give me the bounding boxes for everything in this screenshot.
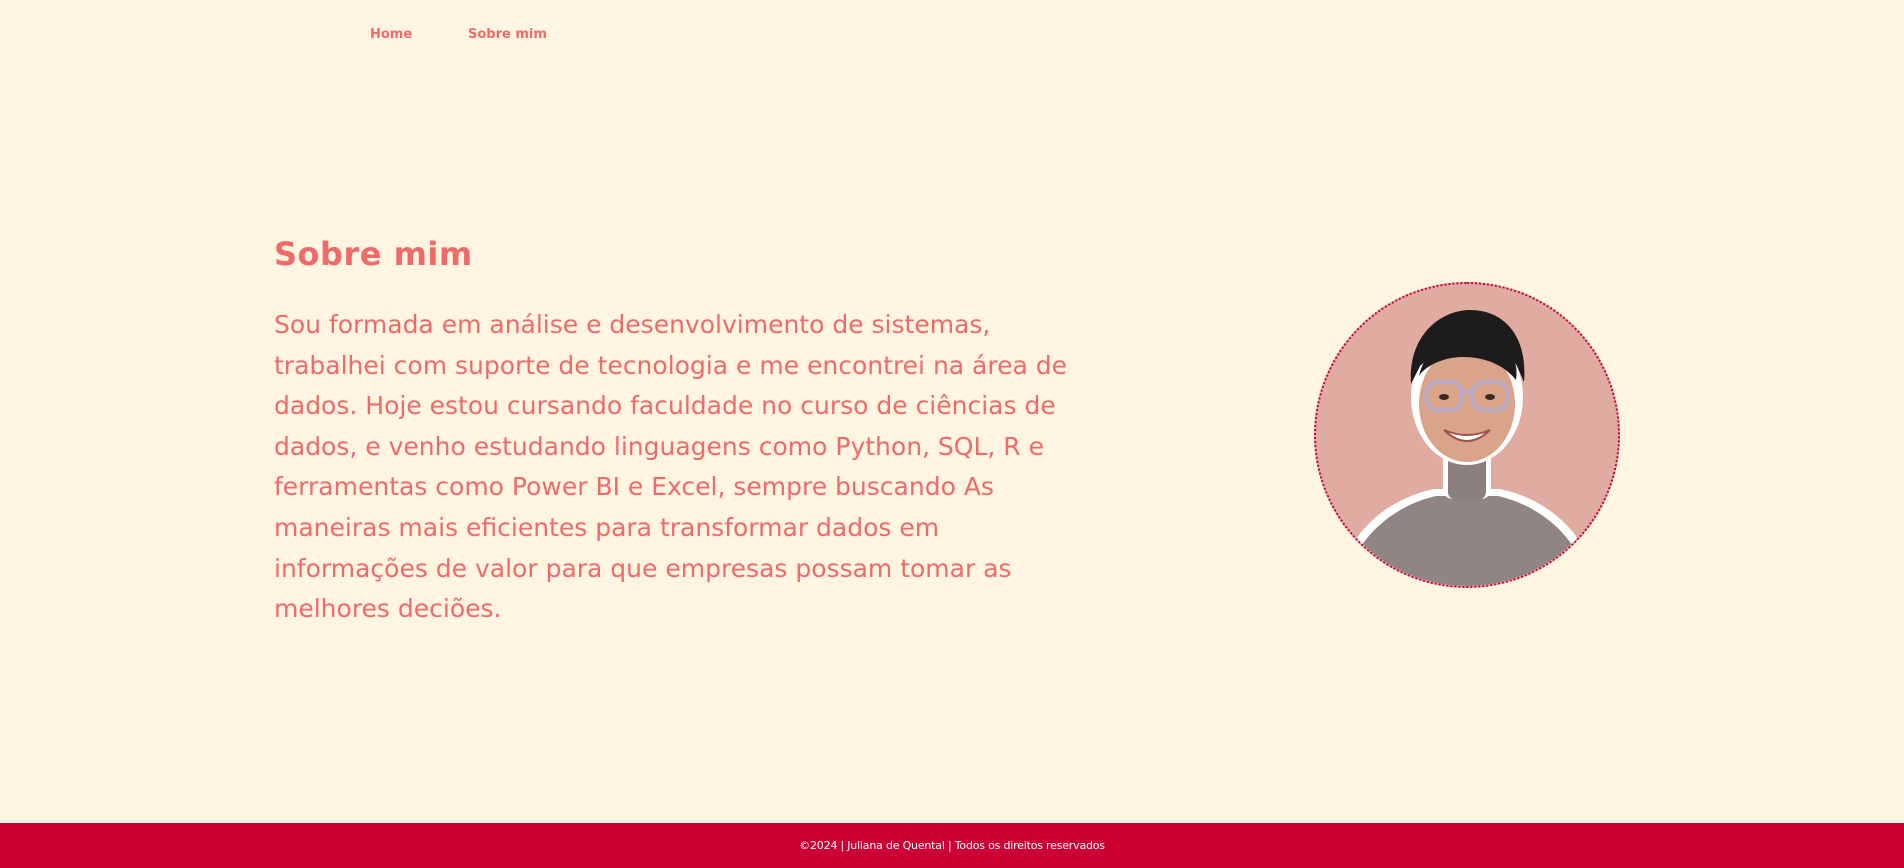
footer: ©2024 | Juliana de Quental | Todos os di… [0,823,1904,868]
nav-link-home[interactable]: Home [370,25,412,45]
footer-copyright: ©2024 | Juliana de Quental | Todos os di… [799,839,1105,852]
nav-link-sobre-mim[interactable]: Sobre mim [468,25,547,45]
person-photo-icon [1336,309,1598,586]
profile-photo [1314,282,1620,588]
page-title: Sobre mim [274,235,473,273]
about-paragraph: Sou formada em análise e desenvolvimento… [274,310,1068,624]
